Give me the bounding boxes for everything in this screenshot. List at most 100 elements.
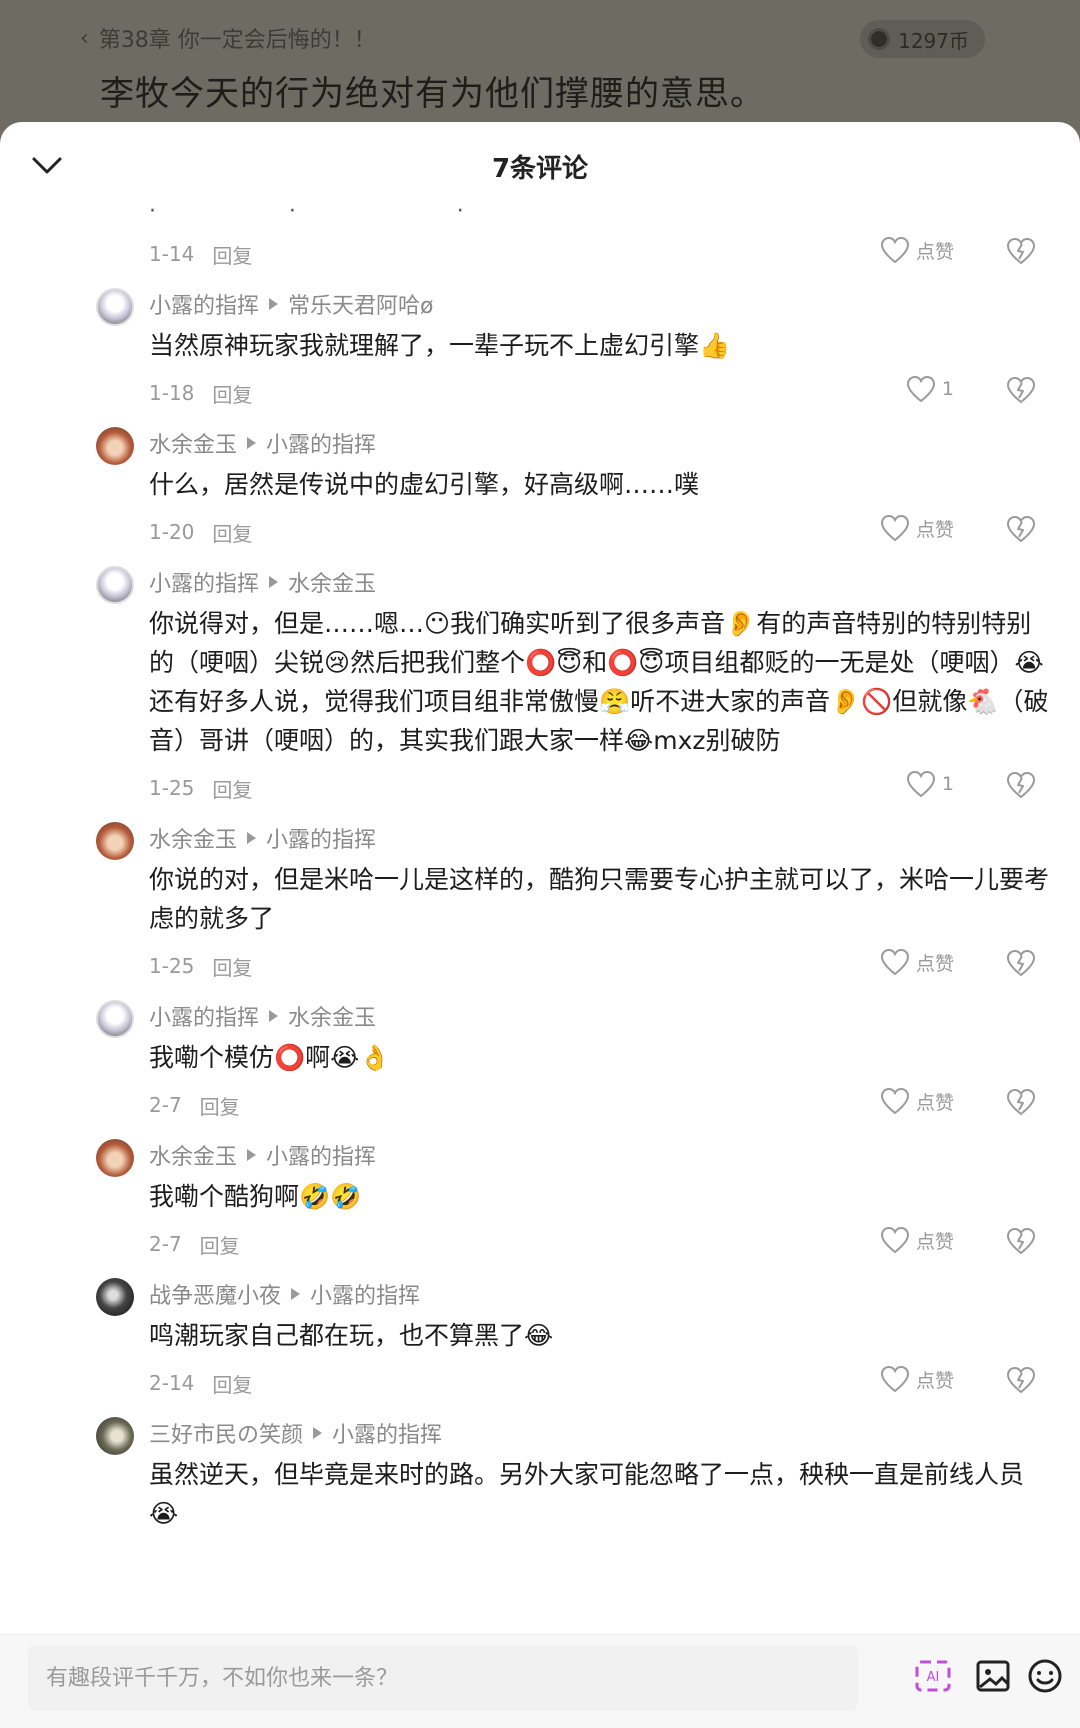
like-count: 点赞 bbox=[915, 1091, 954, 1114]
comment-date: 2-7 bbox=[149, 1232, 182, 1256]
comment-item: 小露的指挥 常乐天君阿哈ø 当然原神玩家我就理解了，一辈子玩不上虚幻引擎👍 1-… bbox=[0, 276, 1080, 415]
comment-date: 2-7 bbox=[149, 1093, 182, 1117]
comment-date: 1-25 bbox=[149, 776, 195, 800]
comment-names: 小露的指挥 常乐天君阿哈ø bbox=[149, 276, 1050, 320]
heart-outline-icon bbox=[880, 1365, 909, 1393]
reply-arrow-icon bbox=[247, 832, 257, 844]
broken-heart-icon[interactable] bbox=[1006, 770, 1036, 800]
comment-text: 你说得对，但是……嗯…😶我们确实听到了很多声音👂有的声音特别的特别特别的（哽咽）… bbox=[149, 609, 1049, 755]
comment-names: 水余金玉 小露的指挥 bbox=[149, 1127, 1050, 1171]
like-button[interactable]: 点赞 bbox=[880, 1087, 954, 1115]
reply-target-username[interactable]: 常乐天君阿哈ø bbox=[288, 288, 433, 320]
image-icon[interactable] bbox=[974, 1657, 1012, 1695]
chapter-title: 第38章 你一定会后悔的！！ bbox=[98, 28, 376, 53]
like-count: 1 bbox=[941, 773, 954, 795]
chapter-breadcrumb[interactable]: ‹ 第38章 你一定会后悔的！！ bbox=[80, 22, 376, 54]
heart-outline-icon bbox=[880, 514, 909, 542]
reply-target-username[interactable]: 小露的指挥 bbox=[266, 427, 376, 459]
broken-heart-icon[interactable] bbox=[1006, 948, 1036, 978]
comment-item: 水余金玉 小露的指挥 什么，居然是传说中的虚幻引擎，好高级啊……噗 1-20 回… bbox=[0, 415, 1080, 554]
comment-item: 水余金玉 小露的指挥 你说的对，但是米哈一儿是这样的，酷狗只需要专心护主就可以了… bbox=[0, 810, 1080, 988]
like-button[interactable]: 点赞 bbox=[880, 236, 954, 264]
reply-target-username[interactable]: 小露的指挥 bbox=[332, 1417, 442, 1449]
comment-item: 战争恶魔小夜 小露的指挥 鸣潮玩家自己都在玩，也不算黑了😂 2-14 回复 点赞 bbox=[0, 1266, 1080, 1405]
comment-item: 三好市民の笑颜 小露的指挥 虽然逆天，但毕竟是来时的路。另外大家可能忽略了一点，… bbox=[0, 1405, 1080, 1533]
avatar[interactable] bbox=[96, 288, 134, 326]
reply-button[interactable]: 回复 bbox=[212, 1369, 252, 1398]
coin-icon bbox=[868, 28, 891, 50]
truncated-comment-text: · · · bbox=[149, 208, 464, 224]
like-button[interactable]: 点赞 bbox=[880, 514, 954, 542]
reply-button[interactable]: 回复 bbox=[212, 240, 252, 269]
comment-items: 小露的指挥 常乐天君阿哈ø 当然原神玩家我就理解了，一辈子玩不上虚幻引擎👍 1-… bbox=[0, 276, 1080, 1533]
comment-item: 小露的指挥 水余金玉 你说得对，但是……嗯…😶我们确实听到了很多声音👂有的声音特… bbox=[0, 554, 1080, 810]
comment-text: 虽然逆天，但毕竟是来时的路。另外大家可能忽略了一点，秧秧一直是前线人员😭 bbox=[149, 1460, 1025, 1528]
comment-username[interactable]: 小露的指挥 bbox=[149, 1000, 259, 1032]
broken-heart-icon[interactable] bbox=[1006, 375, 1036, 405]
like-button[interactable]: 1 bbox=[906, 375, 954, 403]
reply-button[interactable]: 回复 bbox=[200, 1230, 240, 1259]
reply-button[interactable]: 回复 bbox=[212, 379, 252, 408]
broken-heart-icon[interactable] bbox=[1006, 1365, 1036, 1395]
sheet-header: 7条评论 bbox=[0, 122, 1080, 208]
like-count: 点赞 bbox=[915, 952, 954, 975]
avatar[interactable] bbox=[96, 427, 134, 465]
comment-date: 1-18 bbox=[149, 381, 195, 405]
comment-text: 你说的对，但是米哈一儿是这样的，酷狗只需要专心护主就可以了，米哈一儿要考虑的就多… bbox=[149, 865, 1050, 933]
comment-text: 鸣潮玩家自己都在玩，也不算黑了😂 bbox=[149, 1321, 554, 1350]
avatar[interactable] bbox=[96, 1139, 134, 1177]
heart-outline-icon bbox=[906, 375, 935, 403]
avatar[interactable] bbox=[96, 1417, 134, 1455]
like-button[interactable]: 点赞 bbox=[880, 948, 954, 976]
comment-username[interactable]: 三好市民の笑颜 bbox=[149, 1417, 303, 1449]
comment-username[interactable]: 战争恶魔小夜 bbox=[149, 1278, 281, 1310]
avatar[interactable] bbox=[96, 1278, 134, 1316]
back-chevron-icon[interactable]: ‹ bbox=[80, 26, 89, 51]
comment-text: 我嘞个模仿⭕啊😭👌 bbox=[149, 1043, 391, 1072]
comment-username[interactable]: 小露的指挥 bbox=[149, 288, 259, 320]
like-button[interactable]: 点赞 bbox=[880, 1226, 954, 1254]
reply-button[interactable]: 回复 bbox=[212, 518, 252, 547]
comment-item: 小露的指挥 水余金玉 我嘞个模仿⭕啊😭👌 2-7 回复 点赞 bbox=[0, 988, 1080, 1127]
emoji-icon[interactable] bbox=[1026, 1657, 1064, 1695]
comment-names: 水余金玉 小露的指挥 bbox=[149, 810, 1050, 854]
broken-heart-icon[interactable] bbox=[1006, 514, 1036, 544]
coin-balance[interactable]: 1297币 bbox=[860, 20, 985, 58]
like-button[interactable]: 1 bbox=[906, 770, 954, 798]
reply-button[interactable]: 回复 bbox=[200, 1091, 240, 1120]
reply-target-username[interactable]: 水余金玉 bbox=[288, 566, 376, 598]
reply-button[interactable]: 回复 bbox=[212, 952, 252, 981]
comment-names: 三好市民の笑颜 小露的指挥 bbox=[149, 1405, 1050, 1449]
reply-target-username[interactable]: 小露的指挥 bbox=[266, 822, 376, 854]
reply-arrow-icon bbox=[247, 437, 257, 449]
avatar[interactable] bbox=[96, 822, 134, 860]
reply-arrow-icon bbox=[269, 298, 279, 310]
comment-text: 我嘞个酷狗啊🤣🤣 bbox=[149, 1182, 362, 1211]
broken-heart-icon[interactable] bbox=[1006, 1226, 1036, 1256]
heart-outline-icon bbox=[880, 1087, 909, 1115]
avatar[interactable] bbox=[96, 566, 134, 604]
broken-heart-icon[interactable] bbox=[1006, 1087, 1036, 1117]
avatar[interactable] bbox=[96, 1000, 134, 1038]
reply-target-username[interactable]: 小露的指挥 bbox=[266, 1139, 376, 1171]
comment-username[interactable]: 水余金玉 bbox=[149, 1139, 237, 1171]
reply-arrow-icon bbox=[269, 576, 279, 588]
broken-heart-icon[interactable] bbox=[1006, 236, 1036, 266]
comment-meta: 2-7 回复 点赞 bbox=[149, 1222, 1050, 1266]
ai-icon[interactable]: AI bbox=[914, 1657, 952, 1695]
like-button[interactable]: 点赞 bbox=[880, 1365, 954, 1393]
comment-date: 2-14 bbox=[149, 1371, 195, 1395]
comment-username[interactable]: 小露的指挥 bbox=[149, 566, 259, 598]
comment-list[interactable]: · · · 1-14 回复 点赞 小露的指挥 常乐天君阿哈ø 当然原神玩家我就理… bbox=[0, 208, 1080, 1600]
reply-target-username[interactable]: 水余金玉 bbox=[288, 1000, 376, 1032]
sheet-title: 7条评论 bbox=[491, 154, 589, 184]
comment-meta-partial: 1-14 回复 点赞 bbox=[0, 232, 1080, 276]
comment-meta: 2-7 回复 点赞 bbox=[149, 1083, 1050, 1127]
heart-outline-icon bbox=[880, 1226, 909, 1254]
reply-target-username[interactable]: 小露的指挥 bbox=[310, 1278, 420, 1310]
comment-meta: 2-14 回复 点赞 bbox=[149, 1361, 1050, 1405]
comment-username[interactable]: 水余金玉 bbox=[149, 822, 237, 854]
comment-username[interactable]: 水余金玉 bbox=[149, 427, 237, 459]
comment-input[interactable] bbox=[28, 1645, 858, 1711]
reply-button[interactable]: 回复 bbox=[212, 774, 252, 803]
